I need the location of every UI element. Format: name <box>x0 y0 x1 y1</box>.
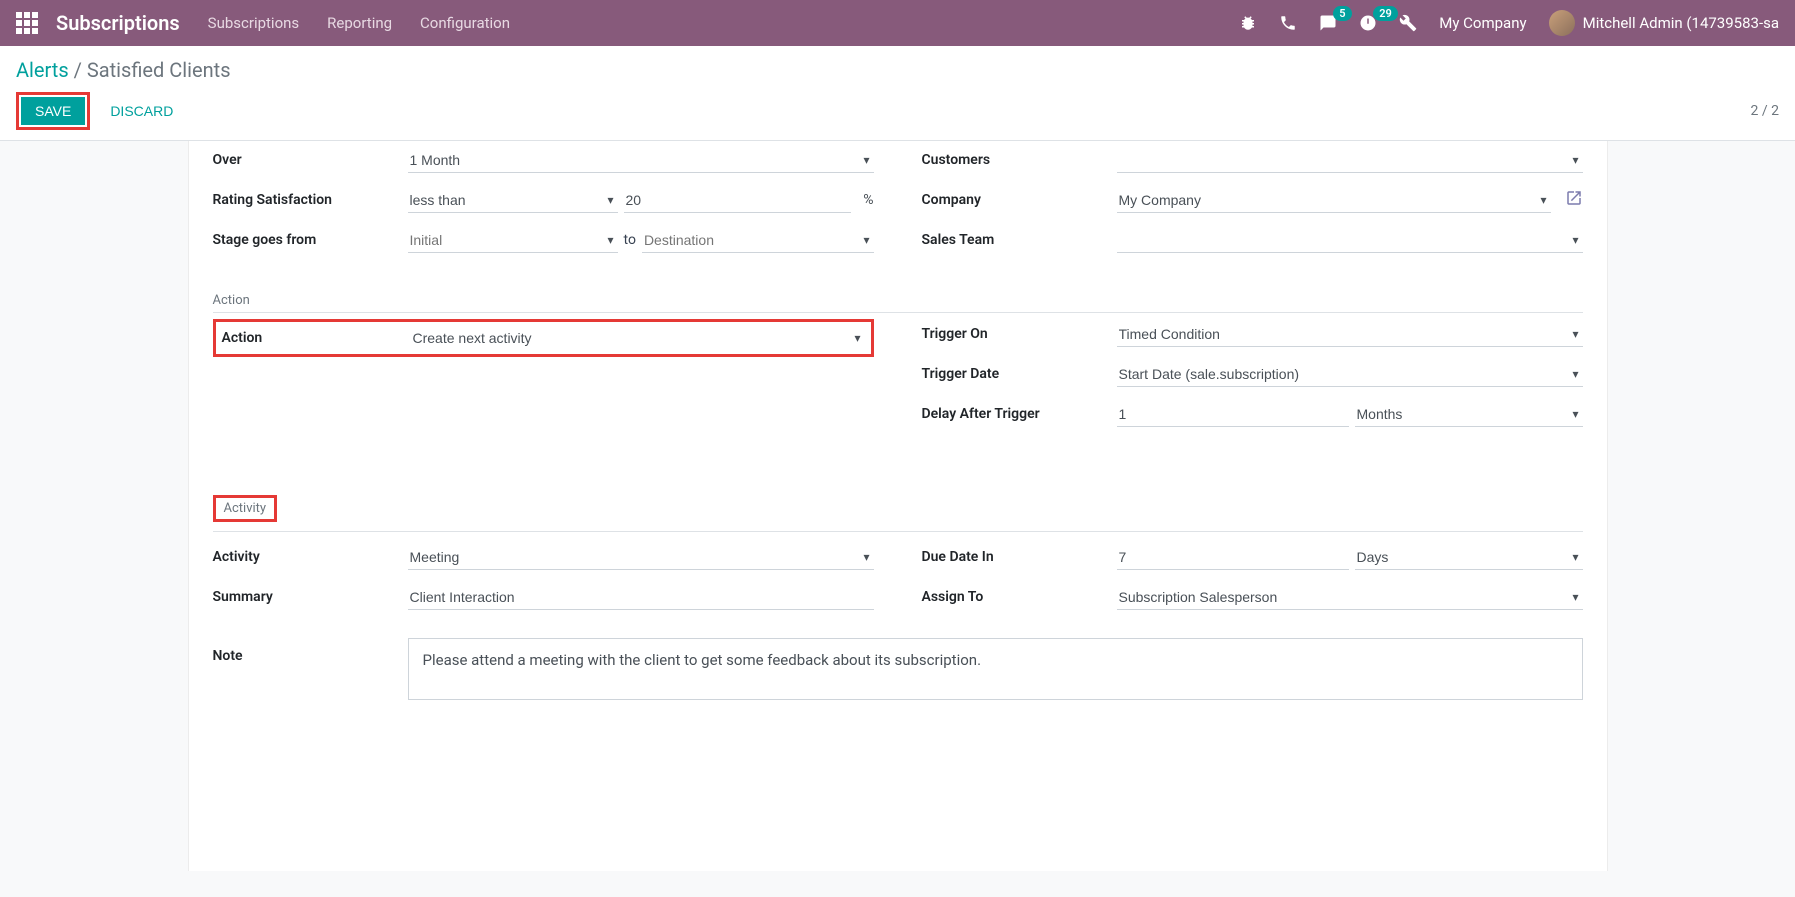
debug-icon[interactable] <box>1239 14 1257 32</box>
main-navbar: Subscriptions Subscriptions Reporting Co… <box>0 0 1795 46</box>
breadcrumb: Alerts / Satisfied Clients <box>16 58 1779 82</box>
tools-icon[interactable] <box>1399 14 1417 32</box>
action-highlight: Action <box>213 319 874 357</box>
label-over: Over <box>213 152 408 168</box>
field-delay-value[interactable] <box>1117 402 1349 427</box>
pct-symbol: % <box>863 192 873 208</box>
save-highlight: SAVE <box>16 92 90 130</box>
field-customers[interactable] <box>1117 148 1583 173</box>
section-action-title: Action <box>213 293 1583 313</box>
label-note: Note <box>213 638 408 664</box>
field-rating-value[interactable] <box>624 188 852 213</box>
phone-icon[interactable] <box>1279 14 1297 32</box>
field-rating-op[interactable] <box>408 188 618 213</box>
field-company[interactable] <box>1117 188 1551 213</box>
field-trigger-on[interactable] <box>1117 322 1583 347</box>
menu-configuration[interactable]: Configuration <box>420 14 510 32</box>
stage-to-label: to <box>624 232 636 248</box>
messages-badge: 5 <box>1333 6 1351 21</box>
field-trigger-date[interactable] <box>1117 362 1583 387</box>
label-company: Company <box>922 192 1117 208</box>
label-rating: Rating Satisfaction <box>213 192 408 208</box>
label-salesteam: Sales Team <box>922 232 1117 248</box>
field-due-value[interactable] <box>1117 545 1349 570</box>
app-brand[interactable]: Subscriptions <box>56 11 180 35</box>
label-due-date: Due Date In <box>922 549 1117 565</box>
messages-icon[interactable]: 5 <box>1319 14 1337 32</box>
form-sheet: Over Rating Satisfaction % Stage goes fr… <box>188 141 1608 871</box>
label-stage: Stage goes from <box>213 232 408 248</box>
field-due-unit[interactable] <box>1355 545 1583 570</box>
label-summary: Summary <box>213 589 408 605</box>
label-customers: Customers <box>922 152 1117 168</box>
field-note[interactable] <box>408 638 1583 700</box>
label-delay: Delay After Trigger <box>922 406 1117 422</box>
field-salesteam[interactable] <box>1117 228 1583 253</box>
label-action: Action <box>222 330 411 346</box>
label-trigger-date: Trigger Date <box>922 366 1117 382</box>
user-menu[interactable]: Mitchell Admin (14739583-sa <box>1549 10 1779 36</box>
user-avatar <box>1549 10 1575 36</box>
field-summary[interactable] <box>408 585 874 610</box>
field-activity-type[interactable] <box>408 545 874 570</box>
field-delay-unit[interactable] <box>1355 402 1583 427</box>
discard-button[interactable]: DISCARD <box>110 103 173 119</box>
menu-reporting[interactable]: Reporting <box>327 14 392 32</box>
field-over[interactable] <box>408 148 874 173</box>
company-switcher[interactable]: My Company <box>1439 14 1526 32</box>
pager[interactable]: 2 / 2 <box>1751 103 1779 119</box>
label-trigger-on: Trigger On <box>922 326 1117 342</box>
field-stage-from[interactable] <box>408 228 618 253</box>
breadcrumb-parent[interactable]: Alerts <box>16 58 69 82</box>
section-activity-title: Activity <box>213 495 278 522</box>
activities-icon[interactable]: 29 <box>1359 14 1377 32</box>
activities-badge: 29 <box>1373 6 1398 21</box>
label-assign: Assign To <box>922 589 1117 605</box>
field-action[interactable] <box>411 326 865 350</box>
label-activity-type: Activity <box>213 549 408 565</box>
field-assign[interactable] <box>1117 585 1583 610</box>
breadcrumb-current: Satisfied Clients <box>87 58 231 82</box>
systray: 5 29 My Company Mitchell Admin (14739583… <box>1239 10 1779 36</box>
external-link-icon[interactable] <box>1565 189 1583 211</box>
field-stage-dest[interactable] <box>642 228 874 253</box>
menu-subscriptions[interactable]: Subscriptions <box>208 14 299 32</box>
control-panel: Alerts / Satisfied Clients SAVE DISCARD … <box>0 46 1795 141</box>
save-button[interactable]: SAVE <box>21 97 85 125</box>
apps-icon[interactable] <box>16 12 38 34</box>
